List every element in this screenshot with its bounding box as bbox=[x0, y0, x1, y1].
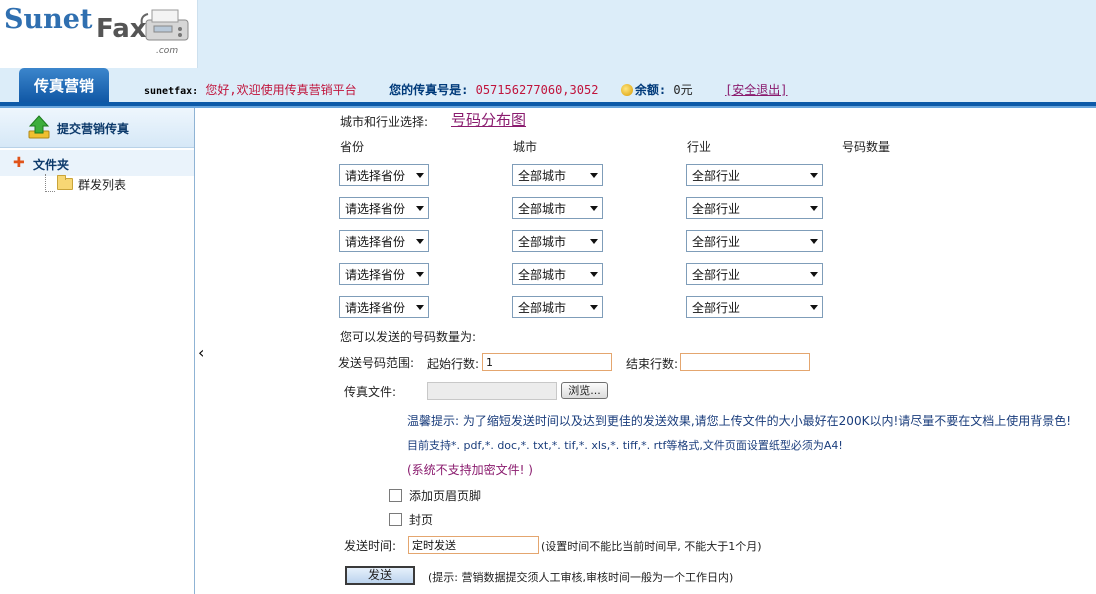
logo-suffix: .com bbox=[156, 46, 179, 56]
city-select[interactable]: 全部城市 bbox=[512, 263, 603, 285]
send-review-hint: (提示: 营销数据提交须人工审核,审核时间一般为一个工作日内) bbox=[428, 571, 734, 584]
fax-number-label: 您的传真号是: bbox=[389, 83, 469, 97]
dropdown-arrow-icon bbox=[590, 305, 598, 310]
send-time-input[interactable] bbox=[408, 536, 539, 554]
select-value: 请选择省份 bbox=[345, 169, 406, 183]
cover-page-checkbox[interactable] bbox=[389, 513, 402, 526]
city-select[interactable]: 全部城市 bbox=[512, 230, 603, 252]
upload-arrow-icon bbox=[28, 115, 50, 139]
username: sunetfax: bbox=[144, 86, 199, 97]
sidebar-item-submit-fax[interactable]: 提交营销传真 bbox=[0, 108, 194, 148]
sidebar: 提交营销传真 ✚ 文件夹 群发列表 bbox=[0, 108, 195, 594]
sidebar-item-label: 提交营销传真 bbox=[57, 122, 130, 136]
select-value: 请选择省份 bbox=[345, 202, 406, 216]
dropdown-arrow-icon bbox=[416, 206, 424, 211]
number-distribution-map-link[interactable]: 号码分布图 bbox=[451, 109, 526, 130]
dropdown-arrow-icon bbox=[416, 305, 424, 310]
end-row-input[interactable] bbox=[680, 353, 810, 371]
select-value: 全部城市 bbox=[518, 235, 567, 249]
greeting-text: 您好,欢迎使用传真营销平台 bbox=[205, 83, 357, 97]
column-header-count: 号码数量 bbox=[842, 140, 891, 154]
tree-connector bbox=[45, 174, 55, 192]
select-value: 全部城市 bbox=[518, 169, 567, 183]
folder-label: 文件夹 bbox=[33, 158, 70, 172]
send-time-hint: (设置时间不能比当前时间早, 不能大于1个月) bbox=[541, 540, 762, 553]
coin-icon bbox=[620, 84, 633, 96]
dropdown-arrow-icon bbox=[810, 272, 818, 277]
logo: Sunet Fax .com bbox=[0, 0, 198, 68]
city-select[interactable]: 全部城市 bbox=[512, 197, 603, 219]
start-row-label: 起始行数: bbox=[427, 357, 480, 371]
balance-value: 0元 bbox=[673, 83, 693, 97]
collapse-sidebar-icon[interactable]: ‹ bbox=[198, 343, 204, 362]
fax-file-label: 传真文件: bbox=[344, 385, 397, 399]
tip-file-formats: 目前支持*. pdf,*. doc,*. txt,*. tif,*. xls,*… bbox=[407, 439, 843, 452]
industry-select[interactable]: 全部行业 bbox=[686, 296, 823, 318]
status-line: sunetfax: 您好,欢迎使用传真营销平台 您的传真号是: 05715627… bbox=[144, 81, 788, 98]
select-value: 全部行业 bbox=[692, 301, 741, 315]
dropdown-arrow-icon bbox=[810, 206, 818, 211]
industry-select[interactable]: 全部行业 bbox=[686, 164, 823, 186]
tab-fax-marketing[interactable]: 传真营销 bbox=[19, 68, 109, 103]
industry-select[interactable]: 全部行业 bbox=[686, 230, 823, 252]
industry-select[interactable]: 全部行业 bbox=[686, 197, 823, 219]
select-value: 请选择省份 bbox=[345, 268, 406, 282]
dropdown-arrow-icon bbox=[810, 173, 818, 178]
city-select[interactable]: 全部城市 bbox=[512, 296, 603, 318]
cover-page-label: 封页 bbox=[409, 513, 434, 527]
balance-label: 余额: bbox=[634, 83, 667, 97]
dropdown-arrow-icon bbox=[590, 206, 598, 211]
tip-file-size: 温馨提示: 为了缩短发送时间以及达到更佳的发送效果,请您上传文件的大小最好在20… bbox=[407, 414, 1072, 428]
logo-text-primary: Sunet bbox=[4, 4, 93, 35]
select-value: 全部城市 bbox=[518, 268, 567, 282]
dropdown-arrow-icon bbox=[416, 272, 424, 277]
browse-button[interactable]: 浏览... bbox=[561, 382, 608, 399]
industry-select[interactable]: 全部行业 bbox=[686, 263, 823, 285]
fax-number-value: 057156277060,3052 bbox=[475, 83, 599, 97]
dropdown-arrow-icon bbox=[590, 239, 598, 244]
dropdown-arrow-icon bbox=[416, 239, 424, 244]
dropdown-arrow-icon bbox=[590, 272, 598, 277]
file-path-field[interactable] bbox=[427, 382, 557, 400]
select-value: 全部行业 bbox=[692, 169, 741, 183]
column-header-city: 城市 bbox=[513, 140, 538, 154]
city-industry-label: 城市和行业选择: bbox=[340, 115, 429, 129]
select-value: 全部行业 bbox=[692, 202, 741, 216]
dropdown-arrow-icon bbox=[416, 173, 424, 178]
select-value: 全部城市 bbox=[518, 202, 567, 216]
dropdown-arrow-icon bbox=[810, 239, 818, 244]
logo-text-secondary: Fax bbox=[96, 14, 147, 44]
dropdown-arrow-icon bbox=[810, 305, 818, 310]
column-header-industry: 行业 bbox=[687, 140, 712, 154]
fax-machine-icon bbox=[140, 9, 189, 41]
province-select[interactable]: 请选择省份 bbox=[339, 296, 429, 318]
select-value: 请选择省份 bbox=[345, 235, 406, 249]
sidebar-item-group-list[interactable]: 群发列表 bbox=[78, 176, 126, 193]
province-select[interactable]: 请选择省份 bbox=[339, 197, 429, 219]
header-footer-checkbox[interactable] bbox=[389, 489, 402, 502]
folder-icon bbox=[57, 175, 73, 190]
city-select[interactable]: 全部城市 bbox=[512, 164, 603, 186]
send-button[interactable]: 发送 bbox=[345, 566, 415, 585]
select-value: 请选择省份 bbox=[345, 301, 406, 315]
logout-link[interactable]: [安全退出] bbox=[725, 83, 787, 97]
send-time-label: 发送时间: bbox=[344, 539, 397, 553]
range-label: 发送号码范围: bbox=[338, 356, 415, 370]
tip-encrypted-warning: (系统不支持加密文件! ) bbox=[407, 463, 533, 477]
start-row-input[interactable] bbox=[482, 353, 612, 371]
sidebar-folder[interactable]: ✚ 文件夹 bbox=[0, 150, 194, 176]
province-select[interactable]: 请选择省份 bbox=[339, 263, 429, 285]
column-header-province: 省份 bbox=[340, 140, 365, 154]
province-select[interactable]: 请选择省份 bbox=[339, 230, 429, 252]
sendable-count-label: 您可以发送的号码数量为: bbox=[340, 330, 477, 344]
expand-plus-icon[interactable]: ✚ bbox=[13, 156, 25, 170]
header-footer-label: 添加页眉页脚 bbox=[409, 489, 482, 503]
dropdown-arrow-icon bbox=[590, 173, 598, 178]
header: Sunet Fax .com 传真营销 sunetfax: 您好,欢迎使用传真营… bbox=[0, 0, 1096, 108]
select-value: 全部行业 bbox=[692, 235, 741, 249]
end-row-label: 结束行数: bbox=[626, 357, 679, 371]
province-select[interactable]: 请选择省份 bbox=[339, 164, 429, 186]
select-value: 全部城市 bbox=[518, 301, 567, 315]
select-value: 全部行业 bbox=[692, 268, 741, 282]
